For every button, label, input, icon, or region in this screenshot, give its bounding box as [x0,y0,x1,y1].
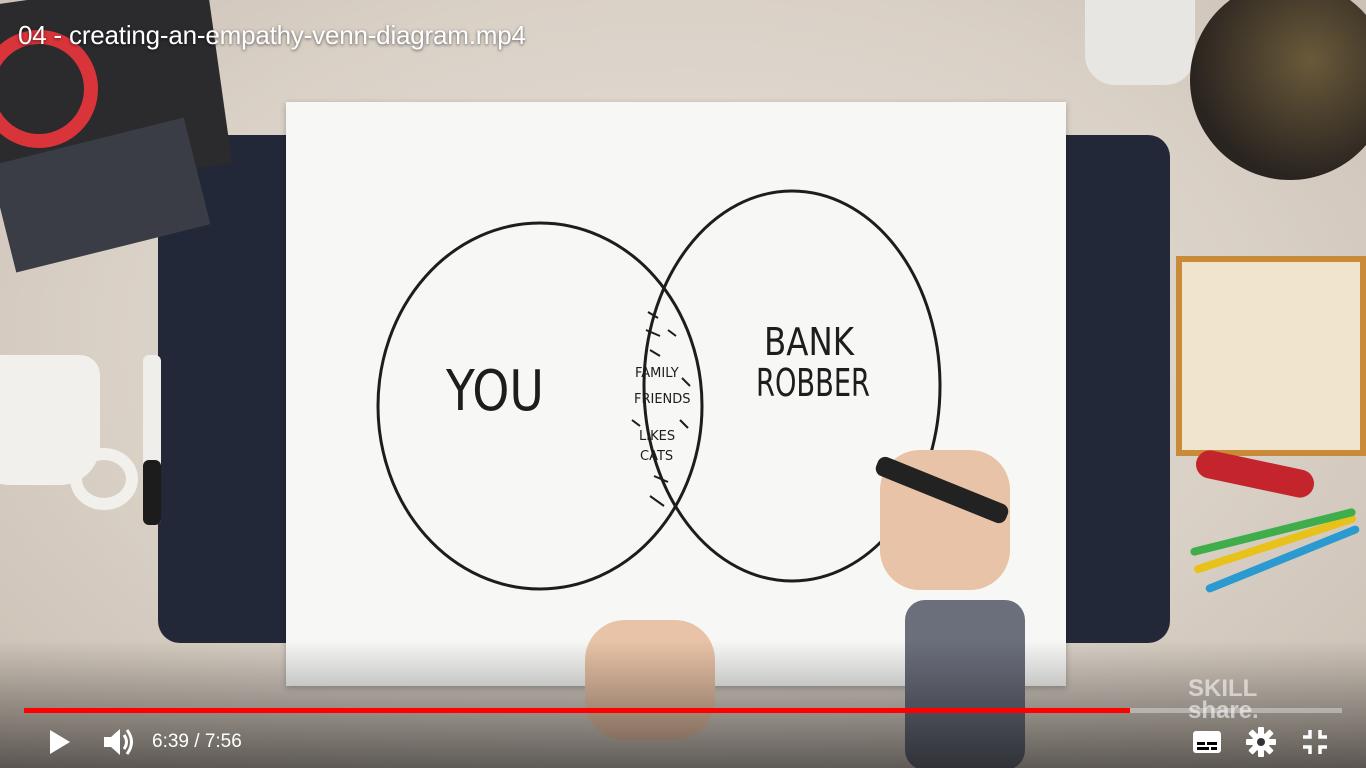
player-controls: 6:39 / 7:56 [0,718,1366,764]
overlap-item-friends: FRIENDS [634,392,691,407]
exit-fullscreen-button[interactable] [1295,722,1335,762]
gear-icon [1246,727,1276,757]
video-frame[interactable]: YOU BANK ROBBER FAMILY FRIENDS LIKES CAT… [0,0,1366,768]
volume-icon [104,729,133,755]
venn-right-label-line1: BANK [764,320,855,364]
progress-bar-played [24,708,1130,713]
overlap-item-likes: LIKES [639,429,675,444]
play-button[interactable] [38,722,78,762]
venn-right-label-line2: ROBBER [756,361,870,405]
subtitles-button[interactable] [1187,722,1227,762]
venn-left-label: YOU [445,359,544,424]
overlap-item-family: FAMILY [635,366,679,381]
progress-bar[interactable] [24,708,1342,713]
skillshare-watermark: SKILL share. [1188,677,1259,723]
subtitles-icon [1193,731,1221,753]
time-display-text: 6:39 / 7:56 [152,731,242,752]
video-title: 04 - creating-an-empathy-venn-diagram.mp… [18,20,526,50]
volume-button[interactable] [98,722,138,762]
play-icon [50,730,70,754]
time-display: 6:39 / 7:56 [152,731,242,753]
exit-fullscreen-icon [1303,730,1327,754]
overlap-item-cats: CATS [640,449,673,464]
settings-button[interactable] [1241,722,1281,762]
